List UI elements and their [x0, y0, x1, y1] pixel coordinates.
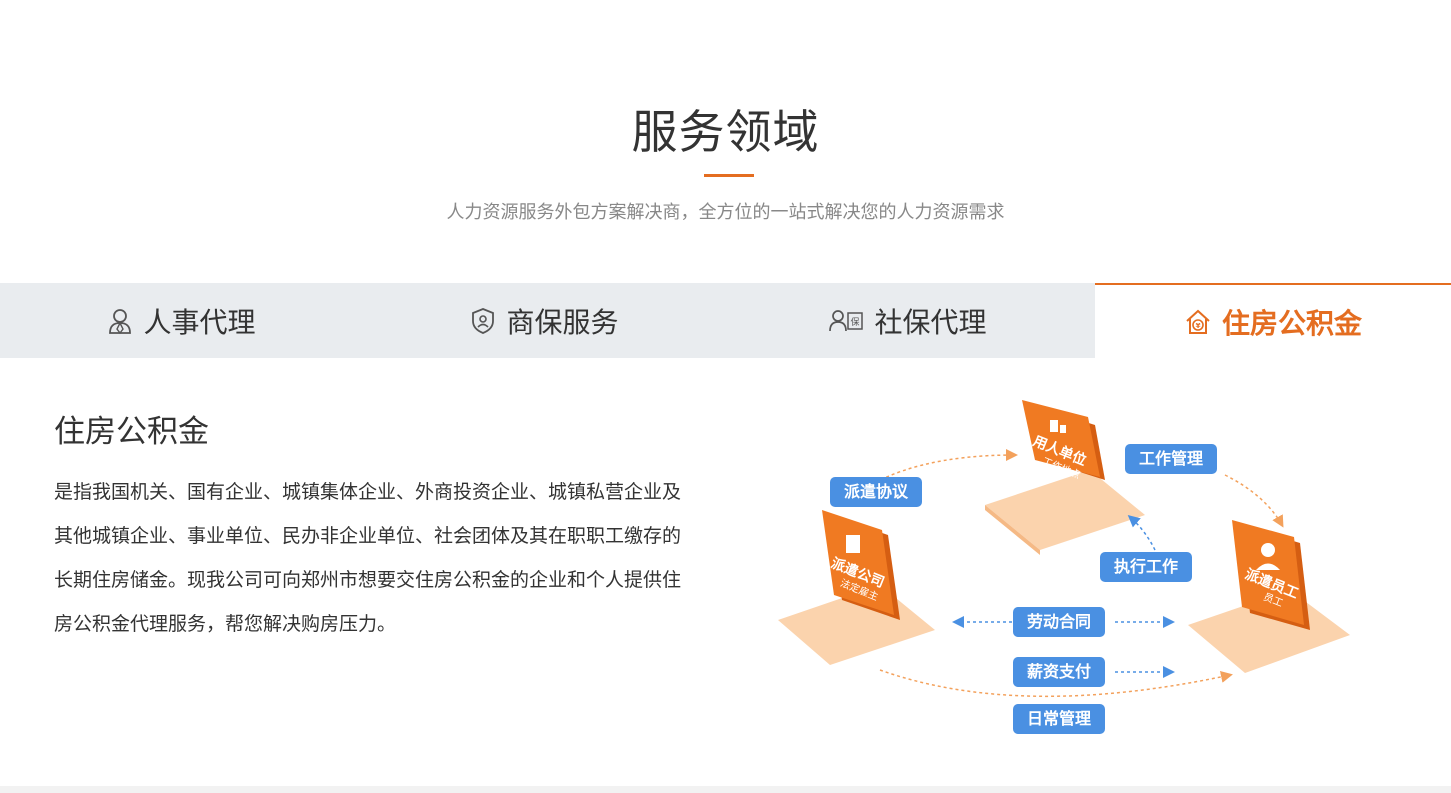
work-management-label: 工作管理	[1125, 444, 1218, 474]
dispatch-agreement-label: 派遣协议	[830, 477, 923, 507]
shield-icon	[470, 307, 496, 335]
title-underline	[704, 174, 754, 177]
salary-payment-label: 薪资支付	[1013, 657, 1106, 687]
employer-platform	[985, 470, 1145, 555]
house-fund-icon: ¥	[1184, 308, 1212, 336]
person-icon	[107, 307, 133, 335]
svg-text:保: 保	[851, 316, 860, 328]
dispatch-diagram: 用人单位 工作地点 派遣公司 法定雇主 派遣员工 员工 派遣协议 工作管理 执行…	[760, 385, 1360, 745]
svg-text:¥: ¥	[1196, 322, 1201, 330]
labor-contract-label: 劳动合同	[1013, 607, 1106, 637]
tab-personnel-agency[interactable]: 人事代理	[0, 283, 363, 358]
service-tabs: 人事代理 商保服务 保 社保代理 ¥ 住房公积金	[0, 283, 1451, 358]
tab-label: 住房公积金	[1221, 306, 1362, 340]
tab-label: 商保服务	[506, 305, 619, 339]
social-insurance-icon: 保	[828, 307, 864, 335]
tab-housing-fund[interactable]: ¥ 住房公积金	[1095, 283, 1451, 358]
execute-work-label: 执行工作	[1100, 552, 1193, 582]
footer-divider	[0, 786, 1451, 793]
tab-commercial-insurance[interactable]: 商保服务	[363, 283, 726, 358]
section-subtitle: 人力资源服务外包方案解决商，全方位的一站式解决您的人力资源需求	[446, 202, 1005, 223]
daily-management-label: 日常管理	[1013, 704, 1106, 734]
content-description: 是指我国机关、国有企业、城镇集体企业、外商投资企业、城镇私营企业及其他城镇企业、…	[54, 481, 682, 635]
tab-label: 社保代理	[874, 305, 987, 339]
tab-social-insurance[interactable]: 保 社保代理	[726, 283, 1089, 358]
content-heading: 住房公积金	[54, 414, 209, 450]
section-title: 服务领域	[631, 105, 820, 159]
tab-label: 人事代理	[143, 305, 256, 339]
